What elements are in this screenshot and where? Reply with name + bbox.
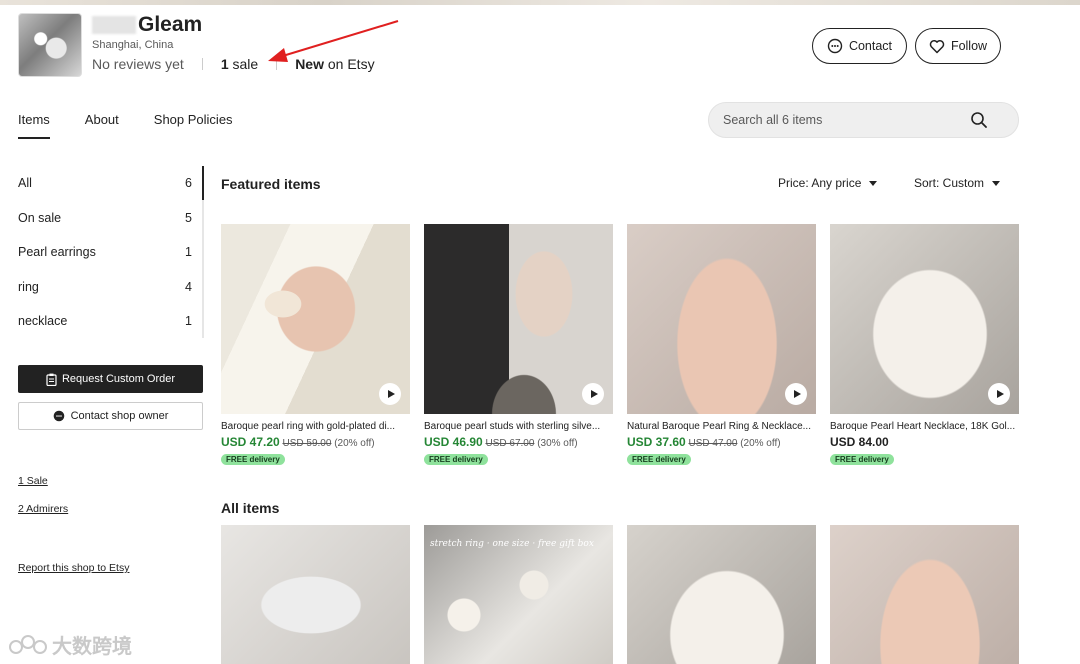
sidebar-item-necklace[interactable]: necklace 1 <box>18 304 204 339</box>
clipboard-icon <box>46 373 57 386</box>
section-scroll-indicator <box>202 166 204 338</box>
sidebar-item-all[interactable]: All 6 <box>18 166 204 201</box>
free-delivery-badge: FREE delivery <box>627 454 691 465</box>
listing-title[interactable]: Baroque pearl ring with gold-plated di..… <box>221 421 410 432</box>
listing-image[interactable] <box>627 224 816 414</box>
follow-button[interactable]: Follow <box>915 28 1001 64</box>
listing-price-row: USD 37.60 USD 47.00 (20% off) <box>627 435 781 449</box>
search-icon[interactable] <box>970 111 988 129</box>
follow-label: Follow <box>950 39 988 53</box>
reviews-status: No reviews yet <box>92 56 184 72</box>
shop-name: Gleam <box>92 13 202 37</box>
contact-button[interactable]: Contact <box>812 28 907 64</box>
tab-items[interactable]: Items <box>18 112 50 139</box>
admirers-link[interactable]: 2 Admirers <box>18 503 68 515</box>
red-annotation-arrow <box>268 20 399 62</box>
contact-label: Contact <box>848 39 893 53</box>
play-video-icon[interactable] <box>988 383 1010 405</box>
listing-price-row: USD 84.00 <box>830 435 889 449</box>
listing-card[interactable] <box>221 525 410 664</box>
free-delivery-badge: FREE delivery <box>830 454 894 465</box>
watermark-logo-icon <box>9 634 47 654</box>
shop-tabs: Items About Shop Policies <box>18 112 233 139</box>
image-caption: stretch ring · one size · free gift box <box>430 539 594 549</box>
shop-avatar[interactable] <box>18 13 82 77</box>
shop-location: Shanghai, China <box>92 39 174 51</box>
report-shop-link[interactable]: Report this shop to Etsy <box>18 562 129 574</box>
featured-listing-card[interactable]: Natural Baroque Pearl Ring & Necklace...… <box>627 224 816 467</box>
sales-link[interactable]: 1 Sale <box>18 475 48 487</box>
featured-items-heading: Featured items <box>221 176 321 192</box>
listing-image[interactable] <box>424 224 613 414</box>
search-input[interactable]: Search all 6 items <box>723 113 822 127</box>
play-video-icon[interactable] <box>582 383 604 405</box>
featured-listing-card[interactable]: Baroque pearl ring with gold-plated di..… <box>221 224 410 467</box>
heart-icon <box>929 39 945 53</box>
contact-shop-owner-button[interactable]: Contact shop owner <box>18 402 203 430</box>
tab-shop-policies[interactable]: Shop Policies <box>154 112 233 139</box>
sidebar-item-on-sale[interactable]: On sale 5 <box>18 201 204 236</box>
request-custom-order-button[interactable]: Request Custom Order <box>18 365 203 393</box>
listing-card[interactable] <box>830 525 1019 664</box>
message-icon <box>53 410 64 422</box>
listing-image[interactable] <box>221 224 410 414</box>
all-items-heading: All items <box>221 500 280 516</box>
listing-title[interactable]: Baroque pearl studs with sterling silve.… <box>424 421 613 432</box>
listing-image[interactable] <box>627 525 816 664</box>
sidebar-item-pearl-earrings[interactable]: Pearl earrings 1 <box>18 235 204 270</box>
listing-price-row: USD 46.90 USD 67.00 (30% off) <box>424 435 578 449</box>
caret-down-icon <box>869 180 878 186</box>
listing-title[interactable]: Baroque Pearl Heart Necklace, 18K Gol... <box>830 421 1019 432</box>
tab-about[interactable]: About <box>85 112 119 139</box>
section-list: All 6 On sale 5 Pearl earrings 1 ring 4 neck… <box>18 166 204 339</box>
play-video-icon[interactable] <box>785 383 807 405</box>
featured-listing-card[interactable]: Baroque pearl studs with sterling silve.… <box>424 224 613 467</box>
listing-card[interactable]: stretch ring · one size · free gift box <box>424 525 613 664</box>
watermark: 大数跨境 <box>8 630 132 659</box>
play-video-icon[interactable] <box>379 383 401 405</box>
divider <box>201 58 203 70</box>
listing-image[interactable] <box>221 525 410 664</box>
top-banner-strip <box>0 0 1080 5</box>
shop-search[interactable]: Search all 6 items <box>708 102 1019 138</box>
listing-title[interactable]: Natural Baroque Pearl Ring & Necklace... <box>627 421 816 432</box>
redacted-name-part <box>92 16 136 35</box>
sort-dropdown[interactable]: Sort: Custom <box>914 176 1001 190</box>
free-delivery-badge: FREE delivery <box>424 454 488 465</box>
caret-down-icon <box>992 180 1001 186</box>
listing-image[interactable]: stretch ring · one size · free gift box <box>424 525 613 664</box>
listing-card[interactable] <box>627 525 816 664</box>
sales-count: 1 sale <box>220 56 259 72</box>
sidebar-item-ring[interactable]: ring 4 <box>18 270 204 305</box>
free-delivery-badge: FREE delivery <box>221 454 285 465</box>
listing-image[interactable] <box>830 224 1019 414</box>
chat-icon <box>827 38 843 54</box>
listing-image[interactable] <box>830 525 1019 664</box>
listing-price-row: USD 47.20 USD 59.00 (20% off) <box>221 435 375 449</box>
featured-listing-card[interactable]: Baroque Pearl Heart Necklace, 18K Gol...… <box>830 224 1019 467</box>
price-filter-dropdown[interactable]: Price: Any price <box>778 176 878 190</box>
